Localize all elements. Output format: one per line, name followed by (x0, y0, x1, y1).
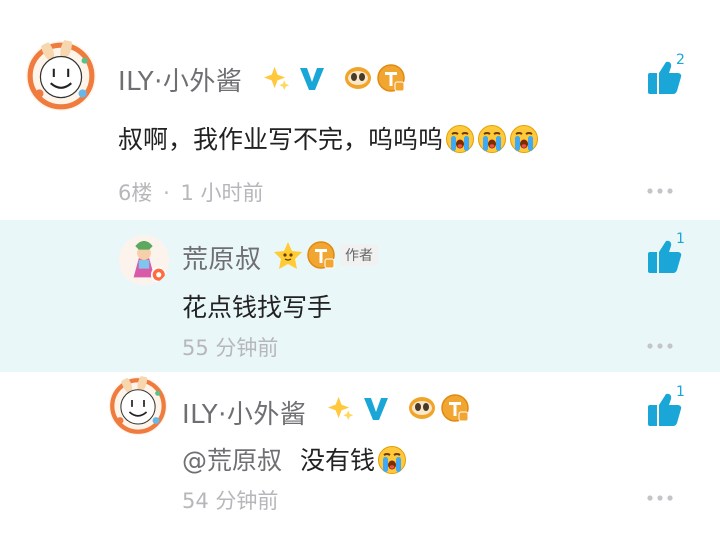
comment-text: @荒原叔 没有钱 (182, 441, 407, 477)
star-face-icon (273, 240, 303, 270)
more-dots-icon[interactable] (646, 187, 674, 195)
vip-v-icon[interactable] (362, 396, 390, 422)
more-dots-icon[interactable] (646, 342, 674, 350)
level-badge-icon[interactable] (440, 393, 470, 423)
sparkle-icon (264, 65, 291, 92)
author-tag: 作者 (340, 244, 378, 266)
level-badge-icon[interactable] (376, 63, 406, 93)
username[interactable]: ILY·小外酱 (118, 61, 242, 98)
comment-text: 叔啊，我作业写不完，呜呜呜 (118, 120, 539, 156)
vip-v-icon[interactable] (298, 66, 326, 92)
comment-item: ILY·小外酱 @荒原叔 没有钱 54 分钟前 1 (0, 372, 720, 541)
mention-link[interactable]: @荒原叔 (182, 446, 282, 475)
comment-item-author: 荒原叔 作者 花点钱找写手 55 分钟前 1 (0, 220, 720, 372)
fan-medal-icon[interactable] (407, 393, 437, 423)
username[interactable]: ILY·小外酱 (182, 394, 306, 431)
crying-face-icon (445, 124, 475, 154)
user-avatar[interactable] (25, 40, 97, 112)
level-badge-icon[interactable] (306, 240, 336, 270)
like-count: 1 (676, 231, 685, 247)
fan-medal-icon[interactable] (343, 63, 373, 93)
author-avatar[interactable] (118, 234, 170, 286)
comment-time: 54 分钟前 (182, 489, 279, 513)
comment-meta: 6楼 · 1 小时前 (118, 177, 263, 207)
comment-text: 花点钱找写手 (182, 293, 333, 322)
username[interactable]: 荒原叔 (182, 239, 262, 276)
sparkle-icon (328, 395, 355, 422)
comment-time: 55 分钟前 (182, 336, 279, 360)
floor-number: 6楼 (118, 181, 153, 205)
more-dots-icon[interactable] (646, 494, 674, 502)
user-avatar[interactable] (108, 376, 168, 436)
crying-face-icon (377, 445, 407, 475)
like-count: 2 (676, 52, 685, 68)
comment-item: ILY·小外酱 叔啊，我作业写不完，呜呜呜 6楼 · 1 小时前 2 (0, 0, 720, 220)
like-count: 1 (676, 384, 685, 400)
meta-separator: · (163, 181, 170, 205)
crying-face-icon (509, 124, 539, 154)
comment-time: 1 小时前 (180, 181, 264, 205)
crying-face-icon (477, 124, 507, 154)
